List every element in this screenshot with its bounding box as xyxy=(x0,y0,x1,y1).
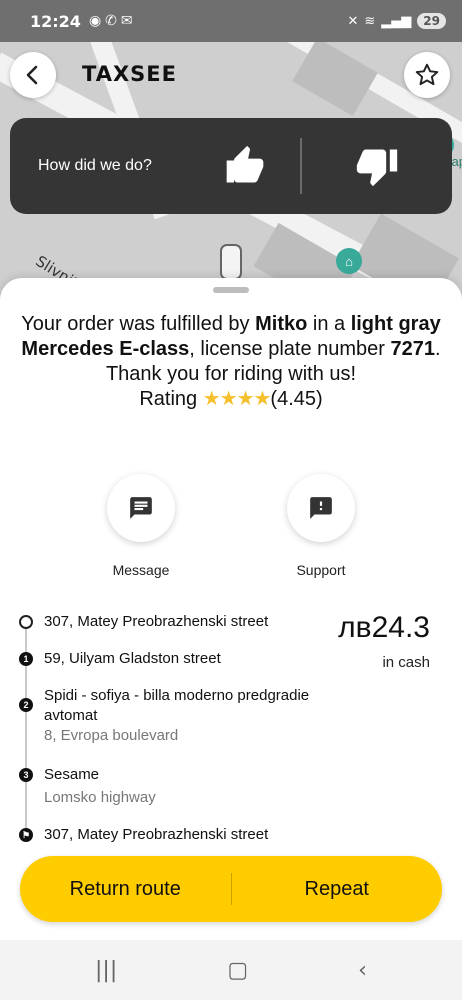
back-nav-icon[interactable]: ‹ xyxy=(358,958,367,983)
message-action[interactable]: Message xyxy=(86,474,196,578)
thumbs-up-icon xyxy=(226,145,264,183)
return-route-button[interactable]: Return route xyxy=(20,878,231,901)
rating-value: (4.45) xyxy=(270,388,323,410)
thanks-text: Thank you for riding with us! xyxy=(105,363,357,385)
signal-icon: ▂▄▆ xyxy=(381,13,412,29)
mute-icon: ✕ xyxy=(347,13,359,29)
phone-icon: ✆ xyxy=(105,13,117,29)
route-stop: Spidi - sofiya - billa moderno predgradi… xyxy=(44,687,310,744)
payment-method: in cash xyxy=(382,654,430,671)
support-button[interactable] xyxy=(287,474,355,542)
recent-apps-icon[interactable]: ||| xyxy=(95,958,117,983)
order-summary: Your order was fulfilled by Mitko in a l… xyxy=(21,313,441,410)
star-outline-icon xyxy=(415,63,439,86)
feedback-panel: How did we do? xyxy=(10,118,452,214)
repeat-button[interactable]: Repeat xyxy=(232,878,443,901)
route-stop: 59, Uilyam Gladston street xyxy=(44,650,221,667)
feedback-prompt: How did we do? xyxy=(38,157,152,174)
license-plate: 7271 xyxy=(390,338,436,360)
car-marker-icon xyxy=(220,244,242,280)
taxsee-logo: TAXSEE xyxy=(82,62,177,86)
message-label: Message xyxy=(112,562,170,578)
order-details-sheet: Your order was fulfilled by Mitko in a l… xyxy=(0,278,462,940)
chevron-left-icon xyxy=(26,65,38,85)
route-actions-button: Return route Repeat xyxy=(20,856,442,922)
rating-stars: ★★★★ xyxy=(202,388,272,410)
system-nav-bar: ||| ▢ ‹ xyxy=(0,940,462,1000)
thumbs-up-button[interactable] xyxy=(190,144,300,188)
favorite-button[interactable] xyxy=(404,52,450,98)
support-label: Support xyxy=(296,562,346,578)
stop-marker-3: 3 xyxy=(19,768,33,782)
thumbs-down-icon xyxy=(356,149,398,187)
status-bar: 12:24 ◉ ✆ ✉ ✕ ≋ ▂▄▆ 29 xyxy=(0,0,462,42)
support-icon xyxy=(310,497,332,519)
stop-marker-1: 1 xyxy=(19,652,33,666)
back-button[interactable] xyxy=(10,52,56,98)
destination-flag-icon: ⚑ xyxy=(19,828,33,842)
status-time: 12:24 xyxy=(30,11,81,31)
mail-icon: ✉ xyxy=(120,13,133,29)
origin-marker-icon xyxy=(19,615,33,629)
support-action[interactable]: Support xyxy=(266,474,376,578)
message-button[interactable] xyxy=(107,474,175,542)
home-icon[interactable]: ▢ xyxy=(227,958,248,983)
route-stop: 307, Matey Preobrazhenski street xyxy=(44,826,269,843)
thumbs-down-button[interactable] xyxy=(302,144,452,188)
route-stop: Sesame Lomsko highway xyxy=(44,766,156,806)
sheet-drag-handle[interactable] xyxy=(213,287,249,293)
driver-name: Mitko xyxy=(255,313,308,335)
messenger-icon: ◉ xyxy=(88,13,102,29)
stop-marker-2: 2 xyxy=(19,698,33,712)
trip-price: лв24.3 xyxy=(338,611,430,644)
battery-indicator: 29 xyxy=(417,13,446,29)
message-icon xyxy=(130,497,152,519)
wifi-icon: ≋ xyxy=(364,13,376,29)
basket-poi-icon[interactable]: ⌂ xyxy=(336,248,362,274)
route-stop: 307, Matey Preobrazhenski street xyxy=(44,613,269,630)
